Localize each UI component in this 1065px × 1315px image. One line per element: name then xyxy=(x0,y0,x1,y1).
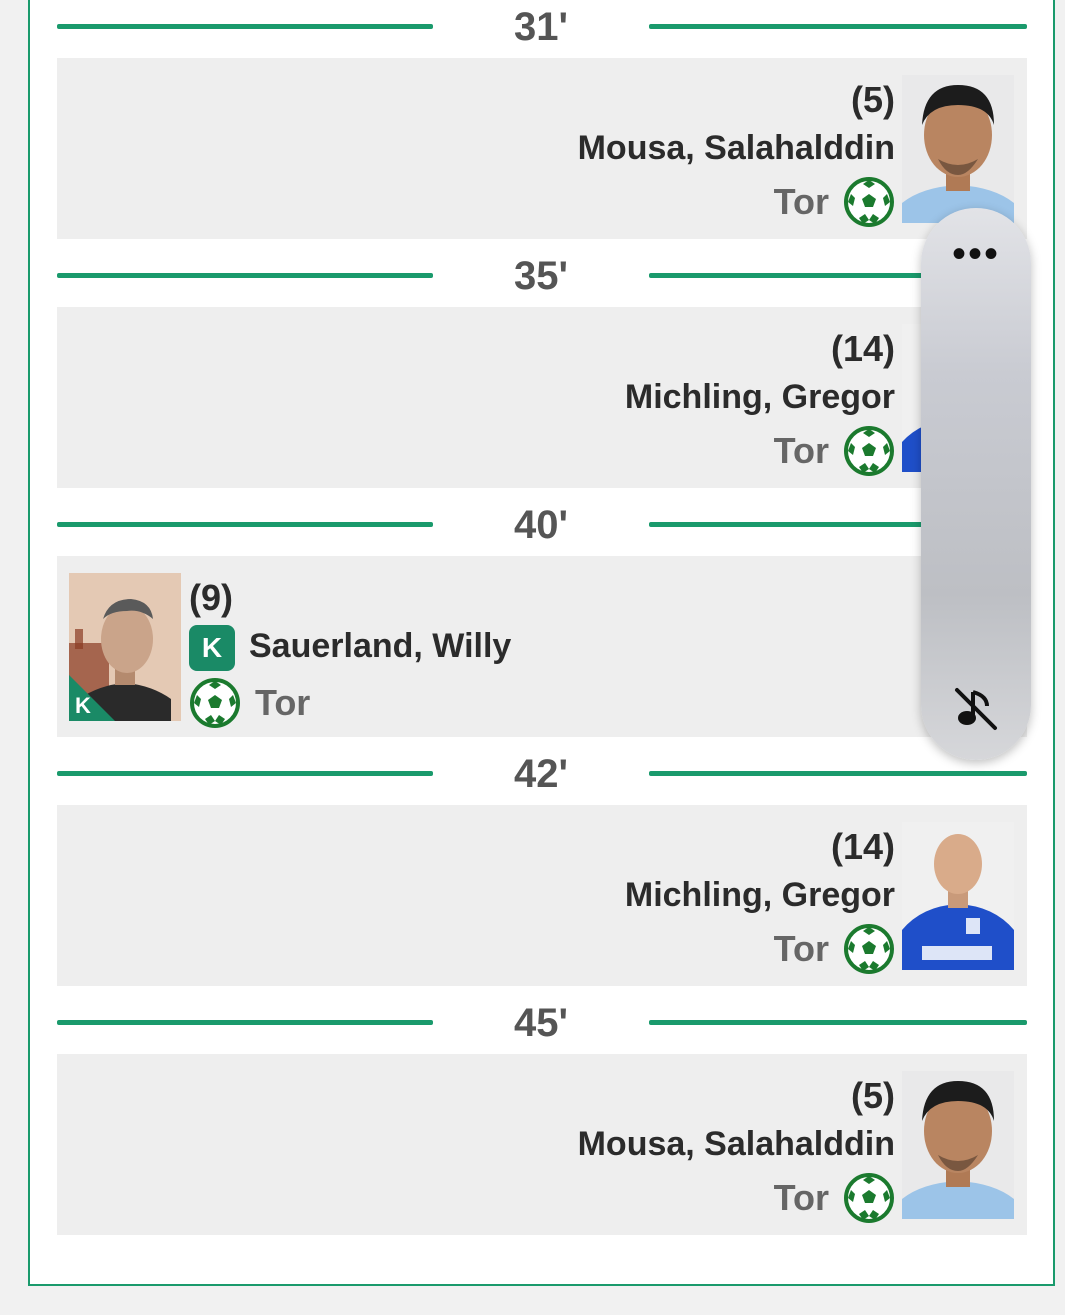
minute-label: 31' xyxy=(513,5,568,49)
minute-divider: 35' xyxy=(57,256,1027,296)
player-number: (5) xyxy=(851,79,895,120)
event-type: Tor xyxy=(255,682,311,724)
music-note-off-icon[interactable] xyxy=(953,686,999,732)
goal-event-card[interactable]: (14) Michling, Gregor Tor xyxy=(57,307,1027,488)
player-number: (14) xyxy=(830,328,895,369)
player-number: (5) xyxy=(851,1075,895,1116)
player-info: (5) Mousa, Salahalddin Tor xyxy=(578,1076,895,1224)
player-photo[interactable]: K xyxy=(69,573,181,721)
player-name[interactable]: Michling, Gregor xyxy=(625,873,895,917)
soccer-ball-icon xyxy=(190,678,240,729)
player-info: (14) Michling, Gregor Tor xyxy=(625,827,895,975)
player-info: (5) Mousa, Salahalddin Tor xyxy=(578,80,895,228)
event-type: Tor xyxy=(773,430,829,471)
player-name[interactable]: Sauerland, Willy xyxy=(249,627,511,665)
minute-divider: 45' xyxy=(57,1003,1027,1043)
event-type: Tor xyxy=(773,181,829,222)
goal-event-card[interactable]: (5) Mousa, Salahalddin Tor xyxy=(57,58,1027,239)
minute-label: 42' xyxy=(513,752,568,796)
player-number: (14) xyxy=(830,826,895,867)
minute-label: 40' xyxy=(513,503,568,547)
floating-media-panel[interactable]: ••• xyxy=(921,208,1031,760)
player-name[interactable]: Michling, Gregor xyxy=(625,375,895,419)
minute-label: 45' xyxy=(513,1001,568,1045)
captain-corner-label: K xyxy=(75,693,91,718)
event-type: Tor xyxy=(773,928,829,969)
goal-event-card[interactable]: K (9) K Sauerland, Willy Tor xyxy=(57,556,1027,737)
goal-event-card[interactable]: (14) Michling, Gregor Tor xyxy=(57,805,1027,986)
player-info: (14) Michling, Gregor Tor xyxy=(625,329,895,477)
captain-badge: K xyxy=(189,625,235,672)
minute-label: 35' xyxy=(513,254,568,298)
more-options-button[interactable]: ••• xyxy=(921,234,1031,274)
player-name[interactable]: Mousa, Salahalddin xyxy=(578,1122,895,1166)
player-name[interactable]: Mousa, Salahalddin xyxy=(578,126,895,170)
player-number: (9) xyxy=(189,577,233,618)
player-photo[interactable] xyxy=(902,75,1014,223)
goal-event-card[interactable]: (5) Mousa, Salahalddin Tor xyxy=(57,1054,1027,1235)
player-info: (9) K Sauerland, Willy Tor xyxy=(189,578,511,729)
minute-divider: 31' xyxy=(57,7,1027,47)
player-photo[interactable] xyxy=(902,1071,1014,1219)
soccer-ball-icon xyxy=(844,1173,894,1223)
soccer-ball-icon xyxy=(844,924,894,974)
minute-divider: 42' xyxy=(57,754,1027,794)
event-type: Tor xyxy=(773,1177,829,1218)
player-photo[interactable] xyxy=(902,822,1014,970)
soccer-ball-icon xyxy=(844,177,894,227)
soccer-ball-icon xyxy=(844,426,894,476)
minute-divider: 40' xyxy=(57,505,1027,545)
